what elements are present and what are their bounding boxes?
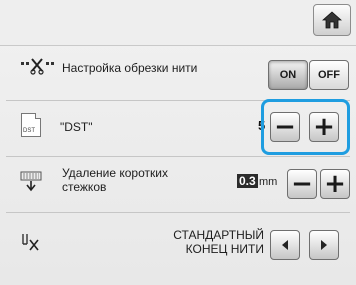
short-stitch-icon — [20, 171, 42, 192]
short-stitch-unit: mm — [259, 176, 278, 188]
thread-trim-label: Настройка обрезки нити — [62, 61, 198, 75]
on-label: ON — [279, 69, 297, 81]
settings-panel: Настройка обрезки нити ON OFF DST "DST" … — [0, 0, 356, 285]
off-button[interactable]: OFF — [309, 60, 349, 90]
short-stitch-label-line2: стежков — [62, 180, 107, 194]
short-stitch-label-line1: Удаление коротких — [62, 166, 168, 180]
on-button[interactable]: ON — [268, 60, 308, 90]
home-icon — [322, 11, 342, 29]
thread-end-prev-button[interactable] — [270, 230, 300, 260]
plus-icon: + — [324, 169, 346, 199]
focus-highlight — [261, 99, 350, 155]
thread-trim-icon — [21, 58, 54, 75]
arrow-left-icon — [282, 240, 288, 250]
short-stitch-value: 0.3 — [237, 174, 258, 188]
thread-trim-row: Настройка обрезки нити ON OFF — [0, 46, 356, 99]
thread-end-row: СТАНДАРТНЫЙ КОНЕЦ НИТИ — [0, 213, 356, 273]
arrow-right-icon — [321, 240, 327, 250]
dst-icon-text: DST — [23, 128, 35, 134]
short-stitch-plus-button[interactable]: + — [320, 169, 350, 199]
thread-end-label-line1: СТАНДАРТНЫЙ — [173, 228, 264, 242]
short-stitch-row: Удаление коротких стежков 0.3 mm − + — [0, 157, 356, 211]
dst-label: "DST" — [60, 120, 93, 134]
thread-end-next-button[interactable] — [309, 230, 339, 260]
short-stitch-minus-button[interactable]: − — [287, 169, 317, 199]
thread-end-icon — [22, 234, 39, 251]
thread-end-label-line2: КОНЕЦ НИТИ — [185, 242, 264, 256]
top-bar — [0, 0, 356, 46]
off-label: OFF — [318, 69, 340, 81]
minus-icon: − — [291, 169, 313, 199]
home-button[interactable] — [313, 4, 351, 36]
dst-file-icon: DST — [21, 113, 41, 137]
